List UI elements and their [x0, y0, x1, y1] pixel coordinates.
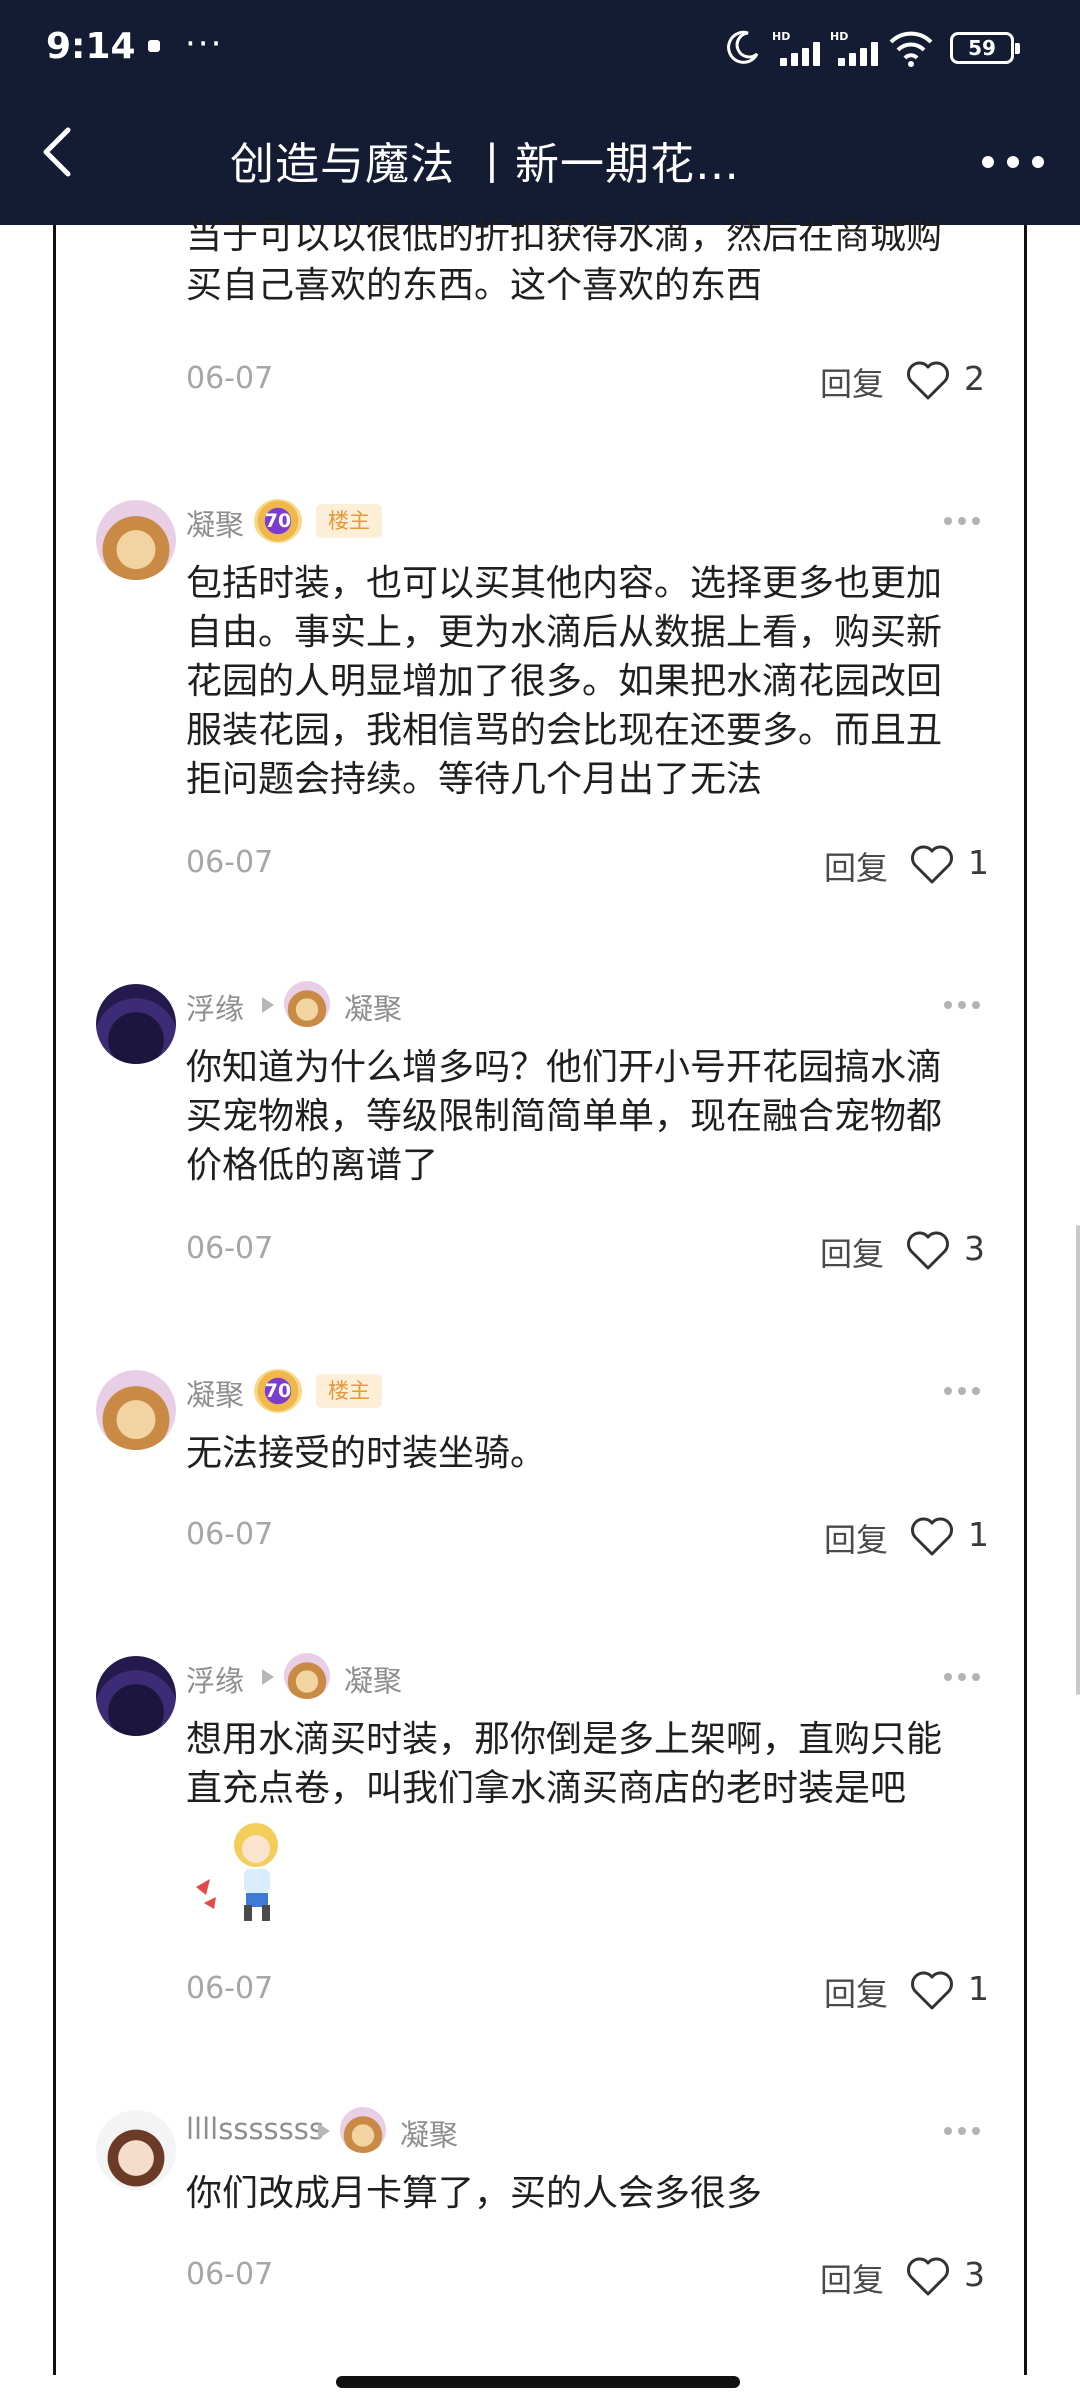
more-notifications-icon: ··· — [185, 24, 224, 64]
comment-date: 06-07 — [186, 2257, 274, 2292]
reply-to-name[interactable]: 凝聚 — [344, 986, 402, 1028]
status-time: 9:14 — [46, 26, 136, 67]
comment-more-icon[interactable] — [944, 1670, 980, 1684]
angry-girl-sticker-icon — [196, 1823, 278, 1921]
reply-to-name[interactable]: 凝聚 — [400, 2112, 458, 2154]
reply-arrow-icon — [262, 1669, 274, 1685]
owner-tag: 楼主 — [316, 504, 382, 538]
nav-bar: 创造与魔法 丨新一期花… — [0, 96, 1080, 225]
reply-to-avatar[interactable] — [284, 981, 330, 1027]
page-title: 创造与魔法 丨新一期花… — [230, 139, 740, 190]
top-bar: 9:14 ··· HD HD 59 创造与魔法 丨新一期花… — [0, 0, 1080, 225]
like-count: 2 — [964, 359, 985, 398]
like-count: 3 — [964, 2255, 985, 2294]
reply-button[interactable]: 回复 — [820, 2255, 884, 2301]
like-heart-icon[interactable] — [906, 1231, 950, 1271]
reply-to-name[interactable]: 凝聚 — [344, 1658, 402, 1700]
like-count: 1 — [968, 1969, 989, 2008]
comment-text: 想用水滴买时装，那你倒是多上架啊，直购只能 直充点卷，叫我们拿水滴买商店的老时装… — [186, 1719, 943, 1809]
comment-more-icon[interactable] — [944, 998, 980, 1012]
reply-button[interactable]: 回复 — [820, 359, 884, 405]
signal-1-icon: HD — [772, 30, 832, 66]
author-name[interactable]: 凝聚 — [186, 502, 244, 544]
reply-button[interactable]: 回复 — [820, 1229, 884, 1275]
like-heart-icon[interactable] — [910, 1517, 954, 1557]
author-name[interactable]: llllsssssss — [186, 2112, 324, 2146]
comment-text: 包括时装，也可以买其他内容。选择更多也更加 自由。事实上，更为水滴后从数据上看，… — [186, 563, 943, 800]
author-name[interactable]: 浮缘 — [186, 986, 244, 1028]
avatar[interactable] — [96, 984, 176, 1064]
author-name[interactable]: 浮缘 — [186, 1658, 244, 1700]
home-indicator[interactable] — [336, 2376, 740, 2388]
comment-text: 当于可以以很低的折扣获得水滴，然后在商城购 买自己喜欢的东西。这个喜欢的东西 — [186, 216, 943, 306]
back-arrow-icon[interactable] — [30, 122, 90, 182]
scrollbar[interactable] — [1076, 1225, 1080, 1695]
avatar[interactable] — [96, 500, 176, 580]
like-count: 1 — [968, 1515, 989, 1554]
comment-date: 06-07 — [186, 361, 274, 396]
level-badge: 70 — [254, 1369, 302, 1413]
comment-text: 你知道为什么增多吗？他们开小号开花园搞水滴 买宠物粮，等级限制简简单单，现在融合… — [186, 1047, 943, 1186]
avatar[interactable] — [96, 1656, 176, 1736]
reply-to-avatar[interactable] — [284, 1653, 330, 1699]
status-bar: 9:14 ··· HD HD 59 — [0, 0, 1080, 96]
comment-text: 你们改成月卡算了，买的人会多很多 — [186, 2173, 763, 2214]
comment-date: 06-07 — [186, 845, 274, 880]
more-options-icon[interactable] — [978, 148, 1048, 178]
reply-button[interactable]: 回复 — [824, 843, 888, 889]
reply-arrow-icon — [262, 997, 274, 1013]
notification-icon — [148, 40, 160, 52]
reply-button[interactable]: 回复 — [824, 1969, 888, 2015]
comment-more-icon[interactable] — [944, 1384, 980, 1398]
comment-text: 无法接受的时装坐骑。 — [186, 1433, 547, 1474]
avatar[interactable] — [96, 1370, 176, 1450]
comment-more-icon[interactable] — [944, 514, 980, 528]
signal-2-icon: HD — [830, 30, 890, 66]
battery-icon: 59 — [950, 32, 1020, 64]
like-heart-icon[interactable] — [910, 845, 954, 885]
do-not-disturb-icon — [727, 30, 759, 64]
owner-tag: 楼主 — [316, 1374, 382, 1408]
comment-date: 06-07 — [186, 1517, 274, 1552]
right-border — [1024, 225, 1027, 2375]
like-count: 3 — [964, 1229, 985, 1268]
left-border — [53, 225, 56, 2375]
reply-arrow-icon — [318, 2123, 330, 2139]
like-heart-icon[interactable] — [906, 2257, 950, 2297]
wifi-icon — [889, 31, 933, 67]
comment-date: 06-07 — [186, 1231, 274, 1266]
comment-date: 06-07 — [186, 1971, 274, 2006]
like-count: 1 — [968, 843, 989, 882]
avatar[interactable] — [96, 2110, 176, 2190]
comment-more-icon[interactable] — [944, 2124, 980, 2138]
like-heart-icon[interactable] — [906, 361, 950, 401]
reply-button[interactable]: 回复 — [824, 1515, 888, 1561]
like-heart-icon[interactable] — [910, 1971, 954, 2011]
reply-to-avatar[interactable] — [340, 2107, 386, 2153]
comment-list[interactable]: 当于可以以很低的折扣获得水滴，然后在商城购 买自己喜欢的东西。这个喜欢的东西 0… — [0, 216, 1080, 2401]
level-badge: 70 — [254, 499, 302, 543]
author-name[interactable]: 凝聚 — [186, 1372, 244, 1414]
